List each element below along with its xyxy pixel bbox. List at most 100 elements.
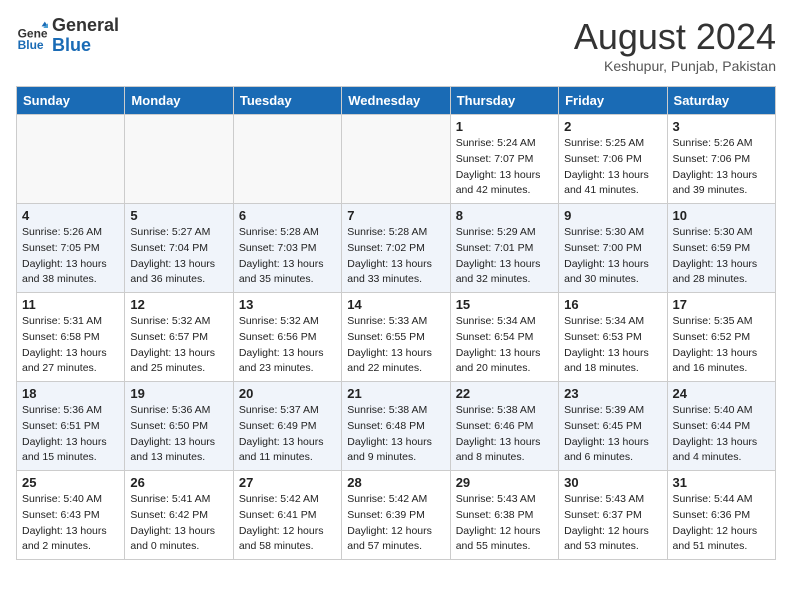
logo-text: General Blue <box>52 16 119 56</box>
calendar-cell: 20 Sunrise: 5:37 AM Sunset: 6:49 PM Dayli… <box>233 382 341 471</box>
calendar-cell: 16 Sunrise: 5:34 AM Sunset: 6:53 PM Dayli… <box>559 293 667 382</box>
weekday-header-monday: Monday <box>125 87 233 115</box>
location: Keshupur, Punjab, Pakistan <box>574 58 776 74</box>
day-number: 10 <box>673 208 770 223</box>
day-number: 7 <box>347 208 444 223</box>
calendar-cell: 27Sunrise: 5:42 AM Sunset: 6:41 PM Dayli… <box>233 471 341 560</box>
calendar-cell: 22Sunrise: 5:38 AM Sunset: 6:46 PM Dayli… <box>450 382 558 471</box>
calendar-week-3: 11 Sunrise: 5:31 AM Sunset: 6:58 PM Dayli… <box>17 293 776 382</box>
calendar-cell <box>233 115 341 204</box>
day-info: Sunrise: 5:43 AM Sunset: 6:37 PM Dayligh… <box>564 492 661 555</box>
day-info: Sunrise: 5:36 AM Sunset: 6:50 PM Dayligh… <box>130 403 227 466</box>
calendar-week-4: 18 Sunrise: 5:36 AM Sunset: 6:51 PM Dayli… <box>17 382 776 471</box>
day-number: 2 <box>564 119 661 134</box>
calendar-cell: 30 Sunrise: 5:43 AM Sunset: 6:37 PM Dayli… <box>559 471 667 560</box>
calendar-week-5: 25Sunrise: 5:40 AM Sunset: 6:43 PM Dayli… <box>17 471 776 560</box>
calendar-cell: 1Sunrise: 5:24 AM Sunset: 7:07 PM Daylig… <box>450 115 558 204</box>
day-info: Sunrise: 5:27 AM Sunset: 7:04 PM Dayligh… <box>130 225 227 288</box>
weekday-header-saturday: Saturday <box>667 87 775 115</box>
day-info: Sunrise: 5:40 AM Sunset: 6:43 PM Dayligh… <box>22 492 119 555</box>
day-number: 28 <box>347 475 444 490</box>
day-info: Sunrise: 5:39 AM Sunset: 6:45 PM Dayligh… <box>564 403 661 466</box>
day-info: Sunrise: 5:44 AM Sunset: 6:36 PM Dayligh… <box>673 492 770 555</box>
calendar-cell: 24 Sunrise: 5:40 AM Sunset: 6:44 PM Dayli… <box>667 382 775 471</box>
calendar-cell: 19 Sunrise: 5:36 AM Sunset: 6:50 PM Dayli… <box>125 382 233 471</box>
day-number: 4 <box>22 208 119 223</box>
day-number: 26 <box>130 475 227 490</box>
weekday-header-friday: Friday <box>559 87 667 115</box>
calendar-cell: 28 Sunrise: 5:42 AM Sunset: 6:39 PM Dayli… <box>342 471 450 560</box>
calendar-cell <box>342 115 450 204</box>
day-number: 6 <box>239 208 336 223</box>
day-info: Sunrise: 5:25 AM Sunset: 7:06 PM Dayligh… <box>564 136 661 199</box>
day-number: 13 <box>239 297 336 312</box>
calendar-cell: 14Sunrise: 5:33 AM Sunset: 6:55 PM Dayli… <box>342 293 450 382</box>
day-number: 8 <box>456 208 553 223</box>
svg-text:Blue: Blue <box>18 38 44 52</box>
calendar-cell: 12 Sunrise: 5:32 AM Sunset: 6:57 PM Dayli… <box>125 293 233 382</box>
day-info: Sunrise: 5:43 AM Sunset: 6:38 PM Dayligh… <box>456 492 553 555</box>
day-number: 17 <box>673 297 770 312</box>
day-number: 31 <box>673 475 770 490</box>
day-info: Sunrise: 5:34 AM Sunset: 6:53 PM Dayligh… <box>564 314 661 377</box>
calendar-cell: 2 Sunrise: 5:25 AM Sunset: 7:06 PM Daylig… <box>559 115 667 204</box>
day-info: Sunrise: 5:38 AM Sunset: 6:48 PM Dayligh… <box>347 403 444 466</box>
day-number: 11 <box>22 297 119 312</box>
day-info: Sunrise: 5:24 AM Sunset: 7:07 PM Dayligh… <box>456 136 553 199</box>
calendar-week-2: 4Sunrise: 5:26 AM Sunset: 7:05 PM Daylig… <box>17 204 776 293</box>
day-number: 18 <box>22 386 119 401</box>
day-info: Sunrise: 5:28 AM Sunset: 7:03 PM Dayligh… <box>239 225 336 288</box>
calendar-cell <box>17 115 125 204</box>
calendar-cell <box>125 115 233 204</box>
day-number: 30 <box>564 475 661 490</box>
day-info: Sunrise: 5:30 AM Sunset: 6:59 PM Dayligh… <box>673 225 770 288</box>
day-number: 19 <box>130 386 227 401</box>
calendar-cell: 17 Sunrise: 5:35 AM Sunset: 6:52 PM Dayli… <box>667 293 775 382</box>
calendar-cell: 15Sunrise: 5:34 AM Sunset: 6:54 PM Dayli… <box>450 293 558 382</box>
month-title: August 2024 <box>574 16 776 58</box>
day-info: Sunrise: 5:42 AM Sunset: 6:41 PM Dayligh… <box>239 492 336 555</box>
day-info: Sunrise: 5:35 AM Sunset: 6:52 PM Dayligh… <box>673 314 770 377</box>
calendar-cell: 23Sunrise: 5:39 AM Sunset: 6:45 PM Dayli… <box>559 382 667 471</box>
day-info: Sunrise: 5:37 AM Sunset: 6:49 PM Dayligh… <box>239 403 336 466</box>
logo: General Blue General Blue <box>16 16 119 56</box>
day-info: Sunrise: 5:32 AM Sunset: 6:57 PM Dayligh… <box>130 314 227 377</box>
day-number: 22 <box>456 386 553 401</box>
calendar-cell: 13 Sunrise: 5:32 AM Sunset: 6:56 PM Dayli… <box>233 293 341 382</box>
day-number: 16 <box>564 297 661 312</box>
day-number: 12 <box>130 297 227 312</box>
day-info: Sunrise: 5:29 AM Sunset: 7:01 PM Dayligh… <box>456 225 553 288</box>
day-number: 21 <box>347 386 444 401</box>
day-info: Sunrise: 5:28 AM Sunset: 7:02 PM Dayligh… <box>347 225 444 288</box>
calendar-week-1: 1Sunrise: 5:24 AM Sunset: 7:07 PM Daylig… <box>17 115 776 204</box>
calendar-cell: 8 Sunrise: 5:29 AM Sunset: 7:01 PM Daylig… <box>450 204 558 293</box>
weekday-header-wednesday: Wednesday <box>342 87 450 115</box>
title-block: August 2024 Keshupur, Punjab, Pakistan <box>574 16 776 74</box>
day-info: Sunrise: 5:36 AM Sunset: 6:51 PM Dayligh… <box>22 403 119 466</box>
day-info: Sunrise: 5:32 AM Sunset: 6:56 PM Dayligh… <box>239 314 336 377</box>
calendar-cell: 10 Sunrise: 5:30 AM Sunset: 6:59 PM Dayli… <box>667 204 775 293</box>
day-number: 9 <box>564 208 661 223</box>
calendar-cell: 6 Sunrise: 5:28 AM Sunset: 7:03 PM Daylig… <box>233 204 341 293</box>
day-info: Sunrise: 5:40 AM Sunset: 6:44 PM Dayligh… <box>673 403 770 466</box>
weekday-header-row: SundayMondayTuesdayWednesdayThursdayFrid… <box>17 87 776 115</box>
weekday-header-tuesday: Tuesday <box>233 87 341 115</box>
day-info: Sunrise: 5:42 AM Sunset: 6:39 PM Dayligh… <box>347 492 444 555</box>
calendar-cell: 5Sunrise: 5:27 AM Sunset: 7:04 PM Daylig… <box>125 204 233 293</box>
day-info: Sunrise: 5:33 AM Sunset: 6:55 PM Dayligh… <box>347 314 444 377</box>
day-info: Sunrise: 5:26 AM Sunset: 7:06 PM Dayligh… <box>673 136 770 199</box>
calendar-cell: 9 Sunrise: 5:30 AM Sunset: 7:00 PM Daylig… <box>559 204 667 293</box>
day-info: Sunrise: 5:30 AM Sunset: 7:00 PM Dayligh… <box>564 225 661 288</box>
day-info: Sunrise: 5:31 AM Sunset: 6:58 PM Dayligh… <box>22 314 119 377</box>
day-number: 24 <box>673 386 770 401</box>
calendar-cell: 29Sunrise: 5:43 AM Sunset: 6:38 PM Dayli… <box>450 471 558 560</box>
day-number: 3 <box>673 119 770 134</box>
calendar-cell: 11 Sunrise: 5:31 AM Sunset: 6:58 PM Dayli… <box>17 293 125 382</box>
calendar-cell: 3 Sunrise: 5:26 AM Sunset: 7:06 PM Daylig… <box>667 115 775 204</box>
calendar-cell: 31 Sunrise: 5:44 AM Sunset: 6:36 PM Dayli… <box>667 471 775 560</box>
calendar-cell: 4Sunrise: 5:26 AM Sunset: 7:05 PM Daylig… <box>17 204 125 293</box>
calendar-cell: 21 Sunrise: 5:38 AM Sunset: 6:48 PM Dayli… <box>342 382 450 471</box>
weekday-header-sunday: Sunday <box>17 87 125 115</box>
day-number: 20 <box>239 386 336 401</box>
calendar-cell: 18 Sunrise: 5:36 AM Sunset: 6:51 PM Dayli… <box>17 382 125 471</box>
